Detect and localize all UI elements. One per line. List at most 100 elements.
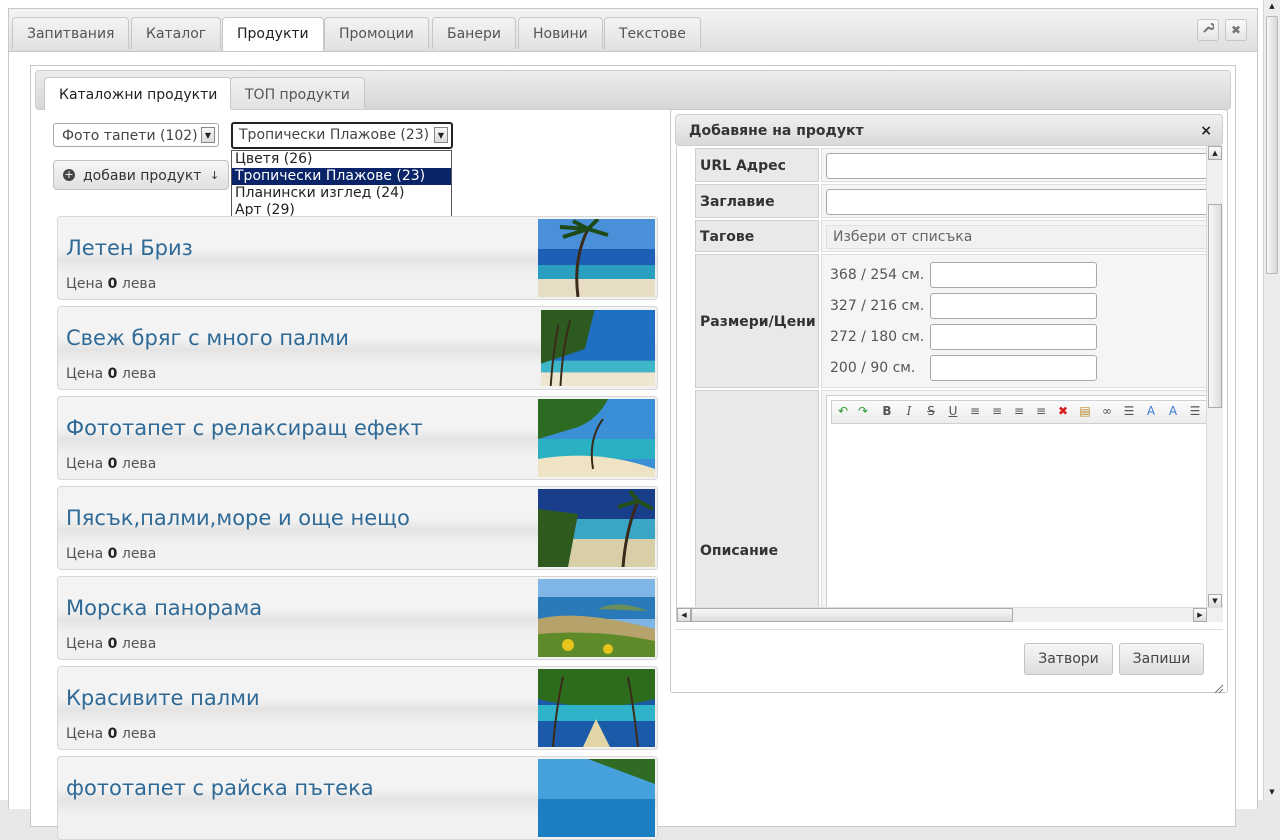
- close-icon[interactable]: ✖: [1225, 19, 1247, 41]
- size-price-input[interactable]: [930, 324, 1097, 350]
- scroll-down-icon[interactable]: ▼: [1208, 594, 1222, 608]
- product-title[interactable]: Фототапет с релаксиращ ефект: [66, 416, 423, 440]
- underline-icon[interactable]: U: [944, 404, 962, 418]
- size-label: 327 / 216 см.: [830, 298, 925, 314]
- product-title[interactable]: Свеж бряг с много палми: [66, 326, 349, 350]
- align-justify-icon[interactable]: ≡: [1032, 404, 1050, 418]
- size-price-input[interactable]: [930, 355, 1097, 381]
- product-thumbnail: [541, 310, 655, 387]
- product-card[interactable]: Летен Бриз Цена 0 лева: [57, 216, 658, 300]
- resize-handle-icon[interactable]: [1214, 679, 1224, 694]
- subcategory-select-value: Тропически Плажове (23): [239, 127, 430, 143]
- scroll-left-icon[interactable]: ◀: [677, 608, 691, 622]
- text-color-icon[interactable]: A: [1142, 404, 1160, 418]
- dropdown-option-tropical-beaches[interactable]: Тропически Плажове (23): [232, 168, 451, 185]
- url-label: URL Адрес: [695, 148, 819, 182]
- bold-icon[interactable]: B: [878, 404, 896, 418]
- page-vertical-scrollbar[interactable]: ▲ ▼: [1263, 0, 1280, 800]
- product-price: Цена 0 лева: [66, 366, 157, 382]
- tab-catalog-products[interactable]: Каталожни продукти: [44, 77, 233, 110]
- arrow-down-icon: ↓: [210, 169, 220, 182]
- tab-products[interactable]: Продукти: [222, 17, 324, 51]
- paste-icon[interactable]: ▤: [1076, 404, 1094, 418]
- size-label: 200 / 90 см.: [830, 360, 916, 376]
- product-card[interactable]: Морска панорама Цена 0 лева: [57, 576, 658, 660]
- remove-format-icon[interactable]: ✖: [1054, 404, 1072, 418]
- tab-news[interactable]: Новини: [518, 17, 603, 49]
- sub-tab-bar: Каталожни продукти ТОП продукти: [35, 70, 1231, 110]
- product-thumbnail: [538, 579, 655, 657]
- title-label: Заглавие: [695, 184, 819, 218]
- tab-promotions[interactable]: Промоции: [324, 17, 429, 49]
- url-input[interactable]: [826, 153, 1223, 179]
- category-select-value: Фото тапети (102): [62, 128, 198, 144]
- dropdown-option-mountain-view[interactable]: Планински изглед (24): [232, 185, 451, 202]
- title-input[interactable]: [826, 189, 1223, 215]
- scroll-up-icon[interactable]: ▲: [1208, 146, 1222, 160]
- wrench-icon[interactable]: [1197, 19, 1219, 41]
- undo-icon[interactable]: ↶: [834, 404, 852, 418]
- indent-icon[interactable]: ☰: [1186, 404, 1204, 418]
- chevron-down-icon: ▼: [434, 127, 448, 143]
- chevron-down-icon: ▼: [201, 127, 215, 143]
- scroll-right-icon[interactable]: ▶: [1193, 608, 1207, 622]
- dialog-divider: [675, 629, 1223, 630]
- description-editor[interactable]: ↶ ↷ B I S U ≡ ≡ ≡ ≡ ✖ ▤ ∞ ☰ A A ☰: [826, 395, 1223, 622]
- dropdown-option-flowers[interactable]: Цветя (26): [232, 151, 451, 168]
- align-left-icon[interactable]: ≡: [966, 404, 984, 418]
- subcategory-dropdown-list: Цветя (26) Тропически Плажове (23) Плани…: [231, 150, 452, 220]
- link-icon[interactable]: ∞: [1098, 404, 1116, 418]
- product-card[interactable]: Пясък,палми,море и още нещо Цена 0 лева: [57, 486, 658, 570]
- scroll-thumb[interactable]: [691, 608, 1013, 622]
- category-select[interactable]: Фото тапети (102) ▼: [53, 123, 219, 147]
- add-product-dialog: Добавяне на продукт × URL Адрес Заглавие…: [670, 109, 1228, 694]
- close-button[interactable]: Затвори: [1024, 643, 1113, 675]
- close-icon[interactable]: ×: [1200, 115, 1212, 147]
- tab-catalog[interactable]: Каталог: [131, 17, 222, 49]
- product-card[interactable]: Красивите палми Цена 0 лева: [57, 666, 658, 750]
- tab-inquiries[interactable]: Запитвания: [12, 17, 130, 49]
- strikethrough-icon[interactable]: S: [922, 404, 940, 418]
- scroll-up-icon[interactable]: ▲: [1265, 0, 1279, 14]
- dialog-scroll-area[interactable]: URL Адрес Заглавие Тагове Избери от спис…: [676, 146, 1223, 622]
- product-price: Цена 0 лева: [66, 546, 157, 562]
- product-card[interactable]: фототапет с райска пътека: [57, 756, 658, 840]
- tags-cell: Избери от списъка: [821, 220, 1223, 252]
- highlight-color-icon[interactable]: A: [1164, 404, 1182, 418]
- subcategory-select[interactable]: Тропически Плажове (23) ▼: [231, 122, 453, 149]
- tags-select[interactable]: Избери от списъка: [826, 225, 1223, 249]
- product-title[interactable]: Морска панорама: [66, 596, 262, 620]
- redo-icon[interactable]: ↷: [854, 404, 872, 418]
- product-thumbnail: [538, 759, 655, 837]
- align-right-icon[interactable]: ≡: [1010, 404, 1028, 418]
- product-card[interactable]: Фототапет с релаксиращ ефект Цена 0 лева: [57, 396, 658, 480]
- sizes-cell: 368 / 254 см. 327 / 216 см. 272 / 180 см…: [821, 254, 1211, 388]
- scroll-thumb[interactable]: [1208, 204, 1222, 408]
- title-cell: [821, 184, 1223, 218]
- tab-top-products[interactable]: ТОП продукти: [230, 77, 365, 109]
- sizes-label: Размери/Цени: [695, 254, 819, 388]
- product-title[interactable]: Летен Бриз: [66, 236, 193, 260]
- scroll-down-icon[interactable]: ▼: [1265, 786, 1279, 800]
- product-card[interactable]: Свеж бряг с много палми Цена 0 лева: [57, 306, 658, 390]
- horizontal-rule-icon[interactable]: ☰: [1120, 404, 1138, 418]
- product-title[interactable]: Пясък,палми,море и още нещо: [66, 506, 410, 530]
- dialog-horizontal-scrollbar[interactable]: ◀ ▶: [677, 607, 1223, 622]
- product-thumbnail: [538, 219, 655, 297]
- product-title[interactable]: фототапет с райска пътека: [66, 776, 374, 800]
- add-product-button[interactable]: + добави продукт ↓: [53, 160, 229, 190]
- size-price-input[interactable]: [930, 262, 1097, 288]
- product-title[interactable]: Красивите палми: [66, 686, 260, 710]
- tags-label: Тагове: [695, 220, 819, 252]
- tab-texts[interactable]: Текстове: [604, 17, 701, 49]
- add-product-label: добави продукт: [83, 168, 202, 184]
- align-center-icon[interactable]: ≡: [988, 404, 1006, 418]
- product-price: Цена 0 лева: [66, 636, 157, 652]
- save-button[interactable]: Запиши: [1119, 643, 1204, 675]
- dialog-vertical-scrollbar[interactable]: ▲ ▼: [1206, 146, 1223, 608]
- scroll-thumb[interactable]: [1266, 16, 1278, 274]
- tab-banners[interactable]: Банери: [432, 17, 516, 49]
- size-price-input[interactable]: [930, 293, 1097, 319]
- italic-icon[interactable]: I: [900, 404, 918, 418]
- description-label: Описание: [695, 390, 819, 622]
